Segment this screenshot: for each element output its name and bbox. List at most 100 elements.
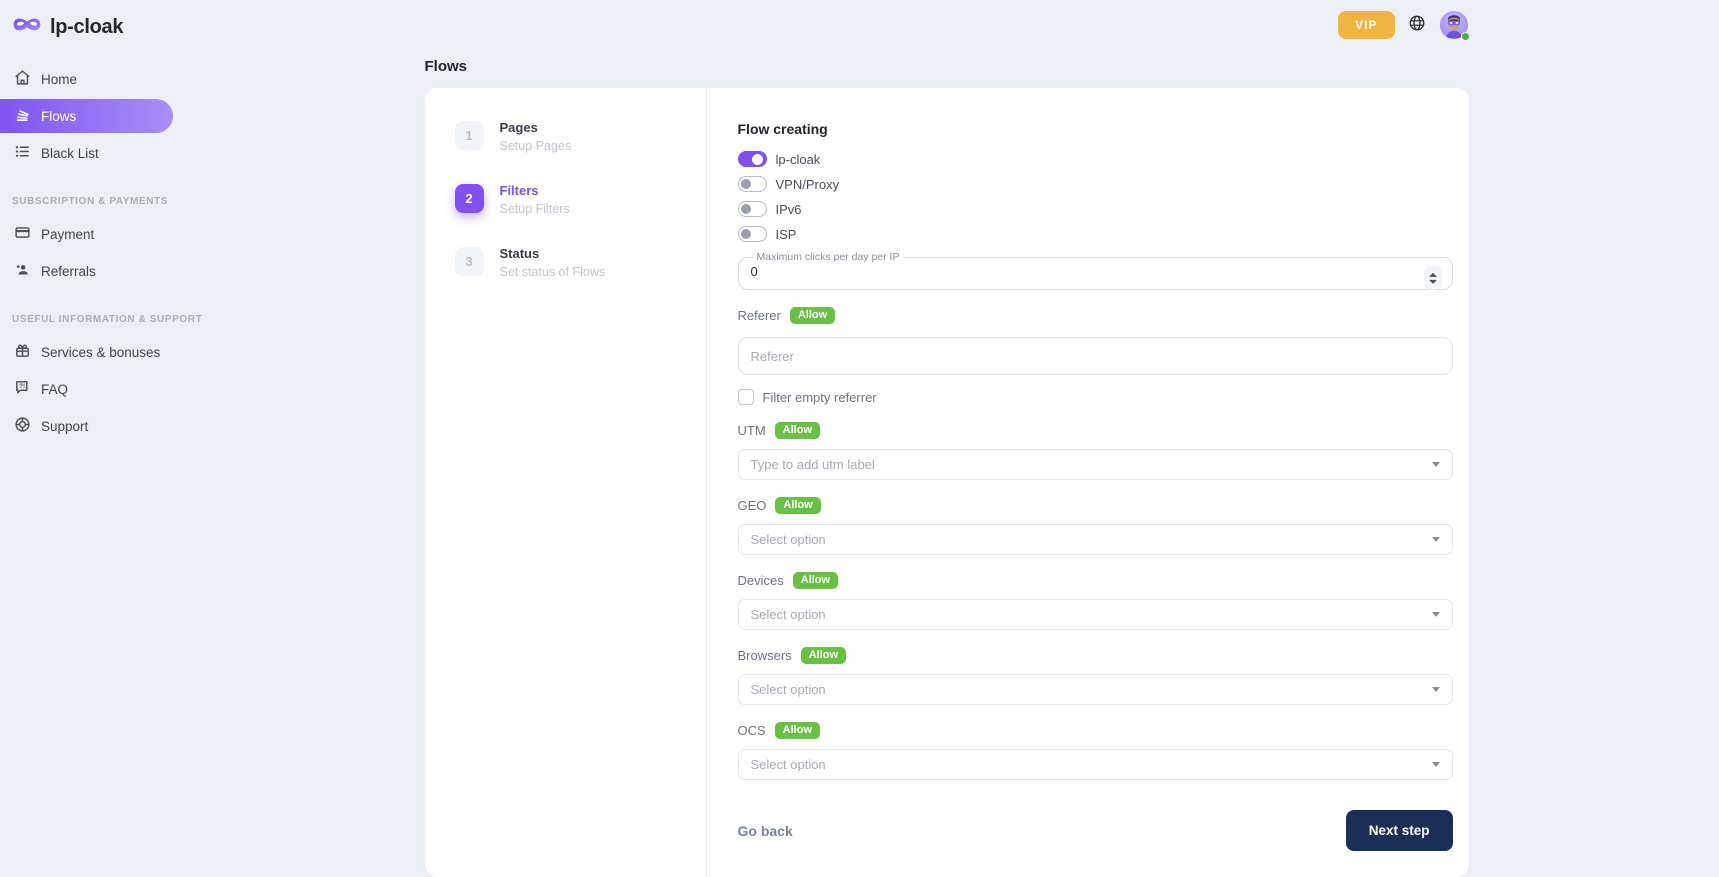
- gift-icon: [14, 342, 31, 362]
- toggle-label: ISP: [776, 227, 797, 242]
- utm-select[interactable]: Type to add utm label: [738, 449, 1453, 480]
- referer-allow-badge[interactable]: Allow: [790, 307, 835, 324]
- form-title: Flow creating: [738, 121, 1453, 137]
- sidebar-item-label: Flows: [41, 109, 76, 124]
- step-title: Pages: [500, 121, 572, 136]
- ocs-allow-badge[interactable]: Allow: [775, 722, 820, 739]
- sidebar-item-label: Support: [41, 419, 88, 434]
- toggle-label: IPv6: [776, 202, 802, 217]
- brand-name: lp-cloak: [50, 16, 123, 39]
- stepper-up-icon[interactable]: [1429, 272, 1437, 276]
- chevron-down-icon: [1432, 762, 1440, 767]
- ocs-group-label: OCS Allow: [738, 722, 1453, 739]
- utm-allow-badge[interactable]: Allow: [775, 422, 820, 439]
- go-back-button[interactable]: Go back: [738, 823, 793, 839]
- sidebar-item-support[interactable]: Support: [0, 409, 174, 443]
- sidebar-section-support: USEFUL INFORMATION & SUPPORT: [12, 314, 174, 325]
- toggle-label: lp-cloak: [776, 152, 821, 167]
- geo-group-label: GEO Allow: [738, 497, 1453, 514]
- sidebar-item-black-list[interactable]: Black List: [0, 136, 174, 170]
- max-clicks-input[interactable]: [751, 264, 1371, 279]
- sidebar-item-faq[interactable]: ?! FAQ: [0, 372, 174, 406]
- ocs-select[interactable]: Select option: [738, 749, 1453, 780]
- sidebar-section-subscription: SUBSCRIPTION & PAYMENTS: [12, 196, 174, 207]
- chevron-down-icon: [1432, 537, 1440, 542]
- referer-label: Referer: [738, 308, 781, 323]
- max-clicks-label: Maximum clicks per day per IP: [753, 251, 904, 263]
- step-subtitle: Setup Pages: [500, 139, 572, 153]
- vpn-proxy-toggle[interactable]: [738, 176, 767, 192]
- next-step-button[interactable]: Next step: [1346, 810, 1453, 851]
- sidebar-item-label: Referrals: [41, 264, 96, 279]
- ipv6-toggle[interactable]: [738, 201, 767, 217]
- isp-toggle[interactable]: [738, 226, 767, 242]
- geo-allow-badge[interactable]: Allow: [775, 497, 820, 514]
- devices-group-label: Devices Allow: [738, 572, 1453, 589]
- faq-bubble-icon: ?!: [14, 379, 31, 399]
- brand-logo[interactable]: lp-cloak: [0, 0, 174, 40]
- topbar: VIP: [425, 0, 1469, 42]
- step-subtitle: Setup Filters: [500, 202, 570, 216]
- sidebar-item-referrals[interactable]: Referrals: [0, 254, 174, 288]
- devices-allow-badge[interactable]: Allow: [793, 572, 838, 589]
- page-title: Flows: [425, 58, 1469, 75]
- filter-empty-referrer-row[interactable]: Filter empty referrer: [738, 389, 1453, 405]
- step-title: Status: [500, 247, 606, 262]
- step-subtitle: Set status of Flows: [500, 265, 606, 279]
- main-area: VIP: [174, 0, 1719, 877]
- utm-group-label: UTM Allow: [738, 422, 1453, 439]
- toggle-row-vpn-proxy: VPN/Proxy: [738, 176, 1453, 192]
- browsers-label: Browsers: [738, 648, 792, 663]
- mask-logo-icon: [12, 14, 42, 40]
- step-number: 2: [455, 184, 484, 213]
- filter-empty-referrer-checkbox[interactable]: [738, 389, 754, 405]
- lifebuoy-icon: [14, 416, 31, 436]
- sidebar-item-services[interactable]: Services & bonuses: [0, 335, 174, 369]
- ocs-label: OCS: [738, 723, 766, 738]
- devices-select[interactable]: Select option: [738, 599, 1453, 630]
- toggle-row-ipv6: IPv6: [738, 201, 1453, 217]
- step-title: Filters: [500, 184, 570, 199]
- toggle-label: VPN/Proxy: [776, 177, 840, 192]
- referral-person-icon: [14, 261, 31, 281]
- sidebar-item-label: Home: [41, 72, 77, 87]
- toggle-row-lp-cloak: lp-cloak: [738, 151, 1453, 167]
- sidebar-item-label: Black List: [41, 146, 99, 161]
- credit-card-icon: [14, 224, 31, 244]
- avatar[interactable]: [1439, 10, 1469, 40]
- sidebar-item-label: Services & bonuses: [41, 345, 160, 360]
- step-pages[interactable]: 1 Pages Setup Pages: [455, 121, 706, 153]
- toggle-row-isp: ISP: [738, 226, 1453, 242]
- vip-button[interactable]: VIP: [1338, 11, 1394, 39]
- filters-form: Flow creating lp-cloak VPN/Proxy IPv6 IS…: [707, 88, 1469, 877]
- sidebar-item-label: FAQ: [41, 382, 68, 397]
- browsers-select[interactable]: Select option: [738, 674, 1453, 705]
- chevron-down-icon: [1432, 612, 1440, 617]
- browsers-group-label: Browsers Allow: [738, 647, 1453, 664]
- lp-cloak-toggle[interactable]: [738, 151, 767, 167]
- step-filters[interactable]: 2 Filters Setup Filters: [455, 184, 706, 216]
- referer-group-label: Referer Allow: [738, 307, 1453, 324]
- number-stepper[interactable]: [1424, 266, 1442, 290]
- utm-label: UTM: [738, 423, 766, 438]
- sidebar-item-label: Payment: [41, 227, 94, 242]
- online-status-dot: [1461, 32, 1470, 41]
- referer-input[interactable]: [738, 337, 1453, 375]
- sidebar-item-flows[interactable]: Flows: [0, 99, 173, 133]
- sidebar: lp-cloak Home Flows: [0, 0, 174, 851]
- sidebar-item-home[interactable]: Home: [0, 62, 174, 96]
- devices-label: Devices: [738, 573, 784, 588]
- flow-card: 1 Pages Setup Pages 2 Filters Setup Filt…: [425, 88, 1469, 877]
- stepper-down-icon[interactable]: [1429, 279, 1437, 283]
- globe-language-icon[interactable]: [1408, 14, 1426, 37]
- geo-select[interactable]: Select option: [738, 524, 1453, 555]
- stepper: 1 Pages Setup Pages 2 Filters Setup Filt…: [425, 88, 707, 877]
- step-status[interactable]: 3 Status Set status of Flows: [455, 247, 706, 279]
- browsers-allow-badge[interactable]: Allow: [801, 647, 846, 664]
- chevron-down-icon: [1432, 462, 1440, 467]
- geo-label: GEO: [738, 498, 767, 513]
- sidebar-nav: Home Flows Black List SUBSCRIPTION & PAY…: [0, 62, 174, 443]
- list-icon: [14, 143, 31, 163]
- checkbox-label: Filter empty referrer: [763, 390, 877, 405]
- sidebar-item-payment[interactable]: Payment: [0, 217, 174, 251]
